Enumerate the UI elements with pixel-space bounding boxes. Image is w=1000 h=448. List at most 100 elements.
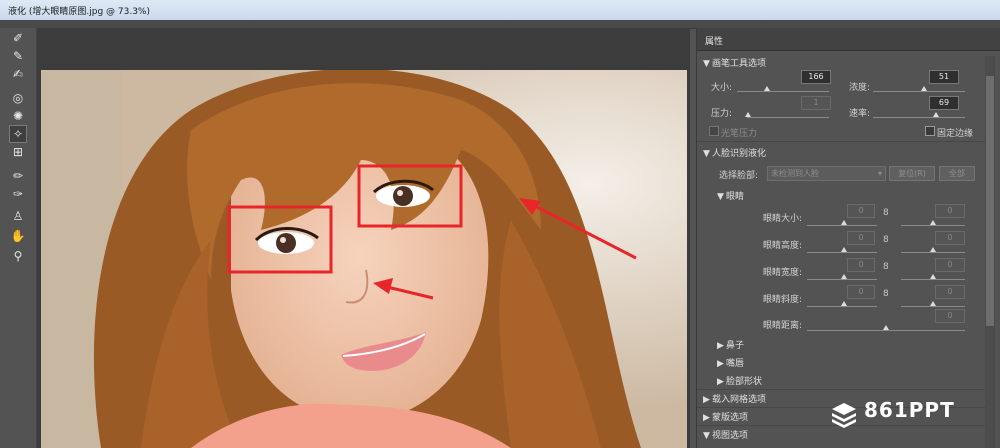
panel-scrollbar[interactable] xyxy=(985,56,995,448)
divider xyxy=(697,141,987,142)
zoom-tool-icon[interactable]: ⚲ xyxy=(10,248,26,264)
hand-tool-icon[interactable]: ✋ xyxy=(10,228,26,244)
eye-distance-field[interactable]: 0 xyxy=(935,309,965,323)
pressure-field[interactable]: 1 xyxy=(801,96,831,110)
eye-height-left-field[interactable]: 0 xyxy=(847,231,875,245)
size-slider[interactable] xyxy=(737,91,829,92)
eye-size-right-field[interactable]: 0 xyxy=(935,204,965,218)
mask-options-section[interactable]: ▶ 蒙版选项 xyxy=(703,410,748,423)
eye-height-left-slider[interactable] xyxy=(807,252,877,253)
eye-width-right-field[interactable]: 0 xyxy=(935,258,965,272)
size-field[interactable]: 166 xyxy=(801,70,831,84)
size-slider-knob[interactable] xyxy=(764,86,770,91)
mouth-subsection[interactable]: ▶ 嘴唇 xyxy=(717,356,744,369)
rate-slider[interactable] xyxy=(873,117,965,118)
eye-width-left-knob[interactable] xyxy=(841,274,847,279)
portrait-photo xyxy=(41,70,687,448)
eye-height-right-knob[interactable] xyxy=(930,247,936,252)
window-title: 液化 (增大眼睛原图.jpg @ 73.3%) xyxy=(8,7,150,17)
eye-distance-slider[interactable] xyxy=(807,330,965,331)
stylus-pressure-label: 光笔压力 xyxy=(721,129,758,139)
select-face-label: 选择脸部: xyxy=(719,171,759,181)
eye-tilt-left-slider[interactable] xyxy=(807,306,877,307)
nose-subsection[interactable]: ▶ 鼻子 xyxy=(717,338,744,351)
eye-height-right-field[interactable]: 0 xyxy=(935,231,965,245)
collapse-triangle-icon: ▼ xyxy=(703,431,710,441)
eye-height-left-knob[interactable] xyxy=(841,247,847,252)
eye-size-left-knob[interactable] xyxy=(841,220,847,225)
panel-header: 属性 xyxy=(697,28,1000,51)
collapse-triangle-icon: ▼ xyxy=(703,149,710,159)
pressure-slider-knob[interactable] xyxy=(745,112,751,117)
properties-panel: 属性 ▼ 画笔工具选项 大小: 166 浓度: 51 压力: 1 速率: 69 光… xyxy=(696,28,1000,448)
eye-size-right-knob[interactable] xyxy=(930,220,936,225)
scrollbar-thumb[interactable] xyxy=(986,76,994,326)
stylus-pressure-checkbox[interactable] xyxy=(709,126,719,136)
expand-triangle-icon: ▶ xyxy=(717,341,724,351)
eye-tilt-right-field[interactable]: 0 xyxy=(935,285,965,299)
forward-warp-tool-icon[interactable]: ✐ xyxy=(10,30,26,46)
load-mesh-section[interactable]: ▶ 载入网格选项 xyxy=(703,392,766,405)
rate-field[interactable]: 69 xyxy=(929,96,959,110)
link-icon[interactable]: 8 xyxy=(883,208,889,218)
brush-options-section[interactable]: ▼ 画笔工具选项 xyxy=(703,56,766,69)
density-slider[interactable] xyxy=(873,91,965,92)
expand-triangle-icon: ▶ xyxy=(703,395,710,405)
eye-size-right-slider[interactable] xyxy=(901,225,965,226)
eye-tilt-left-field[interactable]: 0 xyxy=(847,285,875,299)
pin-edges-checkbox[interactable] xyxy=(925,126,935,136)
eye-tilt-left-knob[interactable] xyxy=(841,301,847,306)
chevron-down-icon: ▾ xyxy=(877,169,882,178)
collapse-triangle-icon: ▼ xyxy=(717,192,724,202)
eyes-subsection[interactable]: ▼ 眼睛 xyxy=(717,189,744,202)
collapse-triangle-icon: ▼ xyxy=(703,59,710,69)
face-tool-icon[interactable]: ♙ xyxy=(10,208,26,224)
link-icon[interactable]: 8 xyxy=(883,262,889,272)
expand-triangle-icon: ▶ xyxy=(717,359,724,369)
eye-width-left-field[interactable]: 0 xyxy=(847,258,875,272)
eye-size-left-field[interactable]: 0 xyxy=(847,204,875,218)
expand-triangle-icon: ▶ xyxy=(717,377,724,387)
face-shape-subsection[interactable]: ▶ 脸部形状 xyxy=(717,374,762,387)
liquify-toolbar: ✐ ✎ ✍ ◎ ✺ ✧ ⊞ ✏ ✑ ♙ ✋ ⚲ xyxy=(0,28,37,448)
eye-size-left-slider[interactable] xyxy=(807,225,877,226)
preview-canvas[interactable] xyxy=(37,28,690,448)
size-label: 大小: xyxy=(711,83,733,93)
all-button[interactable]: 全部 xyxy=(939,166,975,181)
link-icon[interactable]: 8 xyxy=(883,235,889,245)
title-bar: 液化 (增大眼睛原图.jpg @ 73.3%) xyxy=(0,0,1000,21)
link-icon[interactable]: 8 xyxy=(883,289,889,299)
eye-distance-knob[interactable] xyxy=(883,325,889,330)
smooth-tool-icon[interactable]: ✍ xyxy=(10,66,26,82)
density-label: 浓度: xyxy=(849,83,871,93)
freeze-mask-tool-icon[interactable]: ✏ xyxy=(10,168,26,184)
thaw-mask-tool-icon[interactable]: ✑ xyxy=(10,186,26,202)
density-field[interactable]: 51 xyxy=(929,70,959,84)
eye-size-label: 眼睛大小: xyxy=(763,214,803,224)
pressure-label: 压力: xyxy=(711,109,733,119)
reset-button[interactable]: 复位(R) xyxy=(889,166,935,181)
eye-tilt-right-slider[interactable] xyxy=(901,306,965,307)
face-aware-section[interactable]: ▼ 人脸识别液化 xyxy=(703,146,766,159)
eye-width-right-knob[interactable] xyxy=(930,274,936,279)
expand-triangle-icon: ▶ xyxy=(703,413,710,423)
eye-tilt-right-knob[interactable] xyxy=(930,301,936,306)
pucker-tool-icon[interactable]: ✺ xyxy=(10,108,26,124)
pin-edges-label: 固定边缘 xyxy=(937,129,974,139)
push-left-tool-icon[interactable]: ⊞ xyxy=(10,144,26,160)
view-options-section[interactable]: ▼ 视图选项 xyxy=(703,428,748,441)
bloat-tool-icon[interactable]: ✧ xyxy=(9,125,27,143)
twirl-tool-icon[interactable]: ◎ xyxy=(10,90,26,106)
eye-width-right-slider[interactable] xyxy=(901,279,965,280)
eye-height-right-slider[interactable] xyxy=(901,252,965,253)
rate-slider-knob[interactable] xyxy=(933,112,939,117)
reconstruct-tool-icon[interactable]: ✎ xyxy=(10,48,26,64)
eye-width-label: 眼睛宽度: xyxy=(763,268,803,278)
select-face-dropdown[interactable]: 未检测到人脸 ▾ xyxy=(767,166,886,181)
eye-width-left-slider[interactable] xyxy=(807,279,877,280)
pressure-slider[interactable] xyxy=(747,117,829,118)
density-slider-knob[interactable] xyxy=(921,86,927,91)
rate-label: 速率: xyxy=(849,109,871,119)
divider xyxy=(697,389,987,390)
panel-title: 属性 xyxy=(705,37,724,47)
